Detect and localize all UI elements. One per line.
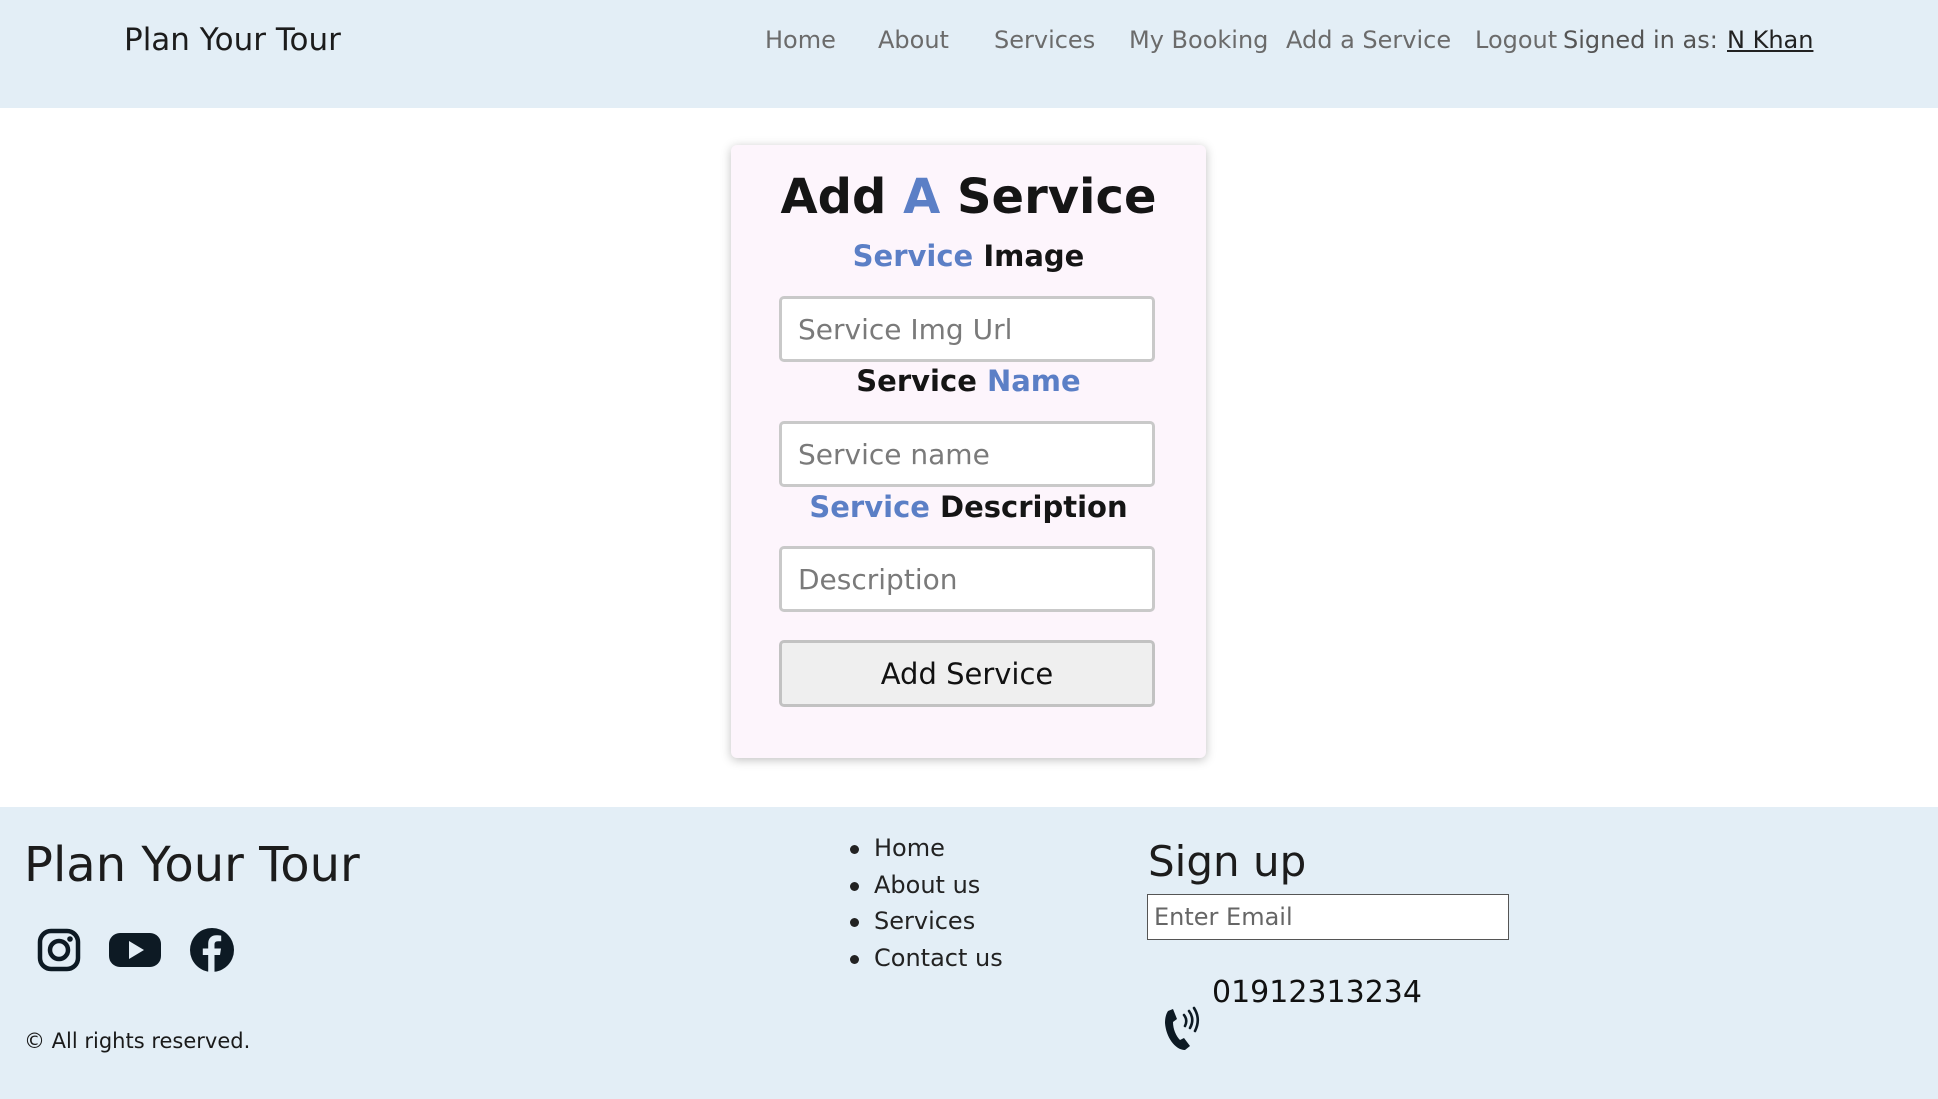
site-header: Plan Your Tour Home About Services My Bo…	[0, 0, 1938, 108]
main-nav: Home About Services My Booking Add a Ser…	[0, 26, 1938, 66]
description-label: Service Description	[731, 490, 1206, 524]
image-label: Service Image	[731, 239, 1206, 273]
label-word: Service	[856, 364, 977, 398]
footer-link-services[interactable]: Services	[850, 906, 1003, 943]
footer-link-about[interactable]: About us	[850, 870, 1003, 907]
form-title: Add A Service	[731, 169, 1206, 225]
label-accent-word: Name	[986, 364, 1081, 398]
phone-number: 01912313234	[1212, 975, 1422, 1010]
youtube-icon[interactable]	[108, 927, 162, 973]
email-field[interactable]	[1147, 894, 1509, 940]
facebook-icon[interactable]	[189, 927, 235, 973]
copyright-text: © All rights reserved.	[24, 1029, 251, 1053]
nav-my-booking[interactable]: My Booking	[1129, 26, 1268, 54]
title-word: Add	[780, 169, 887, 225]
footer-link-contact[interactable]: Contact us	[850, 943, 1003, 980]
nav-about[interactable]: About	[878, 26, 949, 54]
label-word: Image	[983, 239, 1085, 273]
name-label: Service Name	[731, 364, 1206, 398]
label-accent-word: Service	[809, 490, 930, 524]
add-service-button[interactable]: Add Service	[779, 640, 1155, 707]
title-accent-word: A	[903, 169, 941, 225]
footer-brand: Plan Your Tour	[24, 837, 360, 893]
service-description-input[interactable]	[779, 546, 1155, 612]
service-image-url-input[interactable]	[779, 296, 1155, 362]
nav-home[interactable]: Home	[765, 26, 836, 54]
footer-links: Home About us Services Contact us	[850, 833, 1003, 979]
signed-in-label: Signed in as:	[1563, 26, 1718, 54]
phone-icon	[1165, 1006, 1200, 1050]
add-service-card: Add A Service Service Image Service Name…	[731, 145, 1206, 758]
signup-title: Sign up	[1148, 837, 1307, 886]
nav-logout[interactable]: Logout	[1475, 26, 1557, 54]
nav-services[interactable]: Services	[994, 26, 1095, 54]
nav-add-service[interactable]: Add a Service	[1286, 26, 1451, 54]
title-word: Service	[956, 169, 1157, 225]
service-name-input[interactable]	[779, 421, 1155, 487]
label-word: Description	[940, 490, 1128, 524]
footer-link-home[interactable]: Home	[850, 833, 1003, 870]
instagram-icon[interactable]	[36, 927, 82, 973]
label-accent-word: Service	[852, 239, 974, 273]
user-name-link[interactable]: N Khan	[1727, 26, 1813, 54]
site-footer: Plan Your Tour © All rights reserved. Ho…	[0, 807, 1938, 1099]
